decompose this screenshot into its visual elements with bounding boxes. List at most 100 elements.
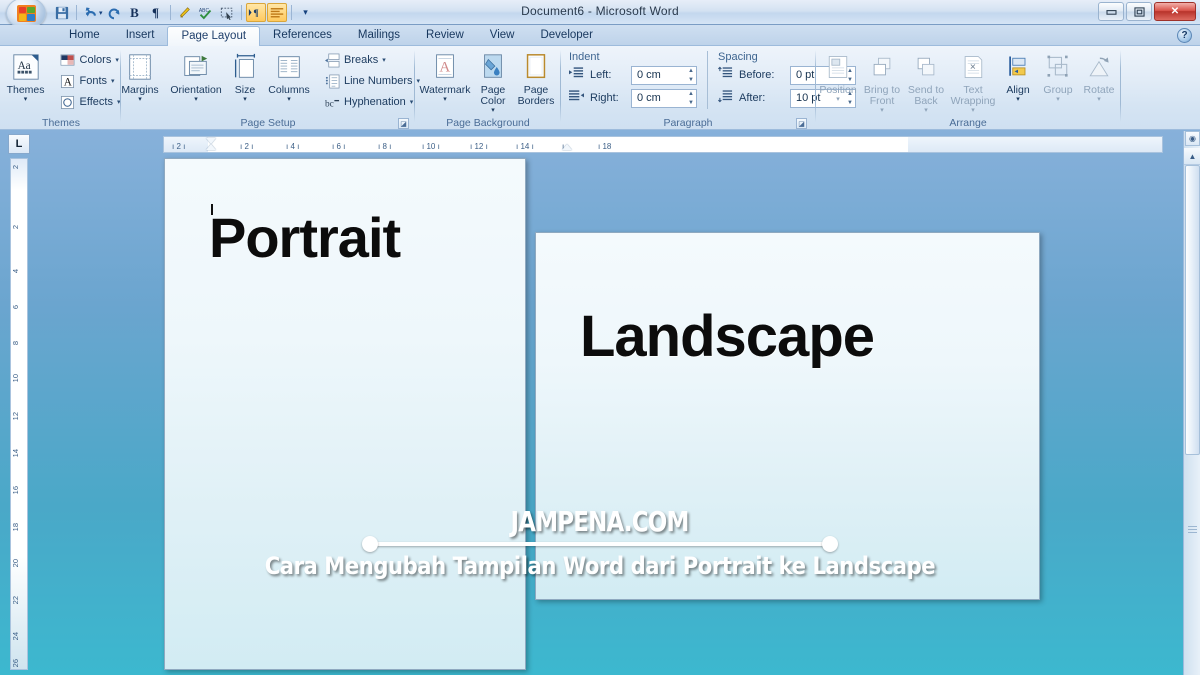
hyphenation-icon: bc	[324, 94, 340, 110]
ruler-tick: ı 18	[598, 142, 612, 151]
tab-page-layout[interactable]: Page Layout	[167, 26, 261, 46]
tab-developer[interactable]: Developer	[527, 25, 605, 46]
position-button[interactable]: Position ▾	[816, 49, 860, 103]
help-icon[interactable]: ?	[1177, 28, 1192, 43]
align-button[interactable]: Align ▾	[998, 49, 1038, 103]
spacing-before-value: 0 pt	[796, 69, 815, 81]
minimize-button[interactable]	[1098, 2, 1124, 21]
chevron-down-icon[interactable]: ▾	[1056, 96, 1060, 103]
themes-button[interactable]: Aa Themes ▾	[0, 49, 53, 103]
ruler-tick: 26	[11, 659, 20, 668]
send-to-back-icon	[912, 51, 940, 83]
chevron-down-icon[interactable]: ▾	[924, 107, 928, 114]
tab-references[interactable]: References	[260, 25, 345, 46]
page-setup-small-buttons: Breaks ▾ Line Numbers ▾ bc Hyphenation ▾	[313, 49, 423, 113]
chevron-down-icon[interactable]: ▾	[971, 107, 975, 114]
theme-colors-label: Colors	[79, 54, 112, 66]
ribbon: Aa Themes ▾ Colors ▾ A Fonts ▾ Effects ▾…	[0, 46, 1200, 130]
chevron-down-icon[interactable]: ▾	[1016, 96, 1020, 103]
ruler-tick: 24	[11, 632, 20, 641]
chevron-down-icon[interactable]: ▾	[138, 96, 142, 103]
breaks-button[interactable]: Breaks ▾	[321, 51, 423, 70]
group-button[interactable]: Group ▾	[1038, 49, 1078, 103]
bring-to-front-button[interactable]: Bring to Front ▾	[860, 49, 904, 114]
line-numbers-label: Line Numbers	[344, 75, 413, 87]
breaks-icon	[324, 52, 340, 68]
chevron-down-icon[interactable]: ▾	[1097, 96, 1101, 103]
svg-text:Aa: Aa	[17, 60, 30, 72]
indent-left-stepper[interactable]: ▲ ▼	[682, 68, 695, 83]
chevron-down-icon[interactable]: ▾	[287, 96, 291, 103]
watermark-icon: A	[430, 51, 460, 83]
chevron-down-icon[interactable]: ▾	[410, 98, 414, 106]
group-divider	[1120, 50, 1121, 122]
spacing-before-icon	[718, 66, 734, 85]
page-borders-icon	[521, 51, 551, 83]
restore-button[interactable]	[1126, 2, 1152, 21]
right-indent-marker[interactable]	[562, 144, 572, 150]
chevron-down-icon[interactable]: ▾	[491, 107, 495, 114]
orientation-icon	[181, 51, 211, 83]
position-icon	[824, 51, 852, 83]
svg-text:A: A	[64, 76, 73, 88]
breaks-label: Breaks	[344, 54, 379, 66]
ruler-tick: ı 14 ı	[516, 142, 534, 151]
bring-to-front-icon	[868, 51, 896, 83]
tab-home[interactable]: Home	[56, 25, 113, 46]
rotate-button[interactable]: Rotate ▾	[1078, 49, 1120, 103]
scrollbar-thumb[interactable]	[1185, 165, 1200, 455]
vertical-ruler[interactable]: 2 2 4 6 8 10 12 14 16 18 20 22 24 26	[10, 158, 28, 670]
page-borders-label: Page Borders	[517, 84, 555, 108]
send-to-back-label: Send to Back	[907, 84, 945, 108]
tab-mailings[interactable]: Mailings	[345, 25, 413, 46]
indent-right-label: Right:	[590, 92, 619, 104]
chevron-down-icon[interactable]: ▾	[443, 96, 447, 103]
text-wrapping-button[interactable]: ✕ Text Wrapping ▾	[948, 49, 998, 114]
tab-review[interactable]: Review	[413, 25, 477, 46]
select-browse-object-icon[interactable]: ◉	[1185, 131, 1200, 146]
indent-left-row: Left: 0 cm ▲ ▼	[569, 65, 697, 85]
margins-button[interactable]: Margins ▾	[113, 49, 167, 103]
paragraph-dialog-launcher[interactable]: ◪	[796, 118, 807, 129]
chevron-down-icon[interactable]: ▾	[382, 56, 386, 64]
window-title: Document6 - Microsoft Word	[521, 4, 679, 18]
page-setup-dialog-launcher[interactable]: ◪	[398, 118, 409, 129]
indent-right-stepper[interactable]: ▲ ▼	[682, 91, 695, 106]
hyphenation-label: Hyphenation	[344, 96, 406, 108]
page-borders-button[interactable]: Page Borders	[514, 49, 558, 107]
orientation-button[interactable]: Orientation ▾	[167, 49, 225, 103]
group-label-page-background: Page Background	[446, 117, 530, 129]
send-to-back-button[interactable]: Send to Back ▾	[904, 49, 948, 114]
portrait-page[interactable]: Portrait	[164, 158, 526, 670]
group-label-arrange: Arrange	[949, 117, 987, 129]
ribbon-group-arrange: Position ▾ Bring to Front ▾ Send to Back…	[818, 46, 1118, 130]
chevron-down-icon[interactable]: ▾	[194, 96, 198, 103]
chevron-down-icon[interactable]: ▾	[836, 96, 840, 103]
size-icon	[230, 51, 260, 83]
size-button[interactable]: Size ▾	[225, 49, 265, 103]
ruler-tick: 10	[11, 374, 20, 383]
hyphenation-button[interactable]: bc Hyphenation ▾	[321, 93, 423, 112]
chevron-down-icon[interactable]: ▾	[243, 96, 247, 103]
horizontal-ruler[interactable]: ı 2 ı ı ı 2 ı ı 4 ı ı 6 ı ı 8 ı ı 10 ı ı…	[163, 136, 1163, 153]
indent-right-value: 0 cm	[637, 92, 661, 104]
line-numbers-button[interactable]: Line Numbers ▾	[321, 72, 423, 91]
columns-button[interactable]: Columns ▾	[265, 49, 313, 103]
vertical-scrollbar[interactable]: ◉ ▲	[1183, 131, 1200, 675]
spacing-after-icon	[718, 89, 734, 108]
theme-fonts-label: Fonts	[79, 75, 108, 87]
tab-stop-selector[interactable]: L	[8, 134, 30, 154]
ruler-tick: 22	[11, 596, 20, 605]
indent-right-input[interactable]: 0 cm ▲ ▼	[631, 88, 697, 108]
tab-view[interactable]: View	[477, 25, 528, 46]
chevron-down-icon[interactable]: ▾	[880, 107, 884, 114]
chevron-down-icon[interactable]: ▾	[24, 96, 28, 103]
scroll-up-button[interactable]: ▲	[1184, 148, 1200, 165]
page-color-button[interactable]: Page Color ▾	[472, 49, 514, 114]
hanging-indent-marker[interactable]	[206, 144, 216, 150]
watermark-button[interactable]: A Watermark ▾	[418, 49, 472, 103]
indent-left-input[interactable]: 0 cm ▲ ▼	[631, 65, 697, 85]
ribbon-group-page-background: A Watermark ▾ Page Color ▾ Page Borders …	[418, 46, 558, 130]
tab-insert[interactable]: Insert	[113, 25, 168, 46]
close-button[interactable]: ✕	[1154, 2, 1196, 21]
